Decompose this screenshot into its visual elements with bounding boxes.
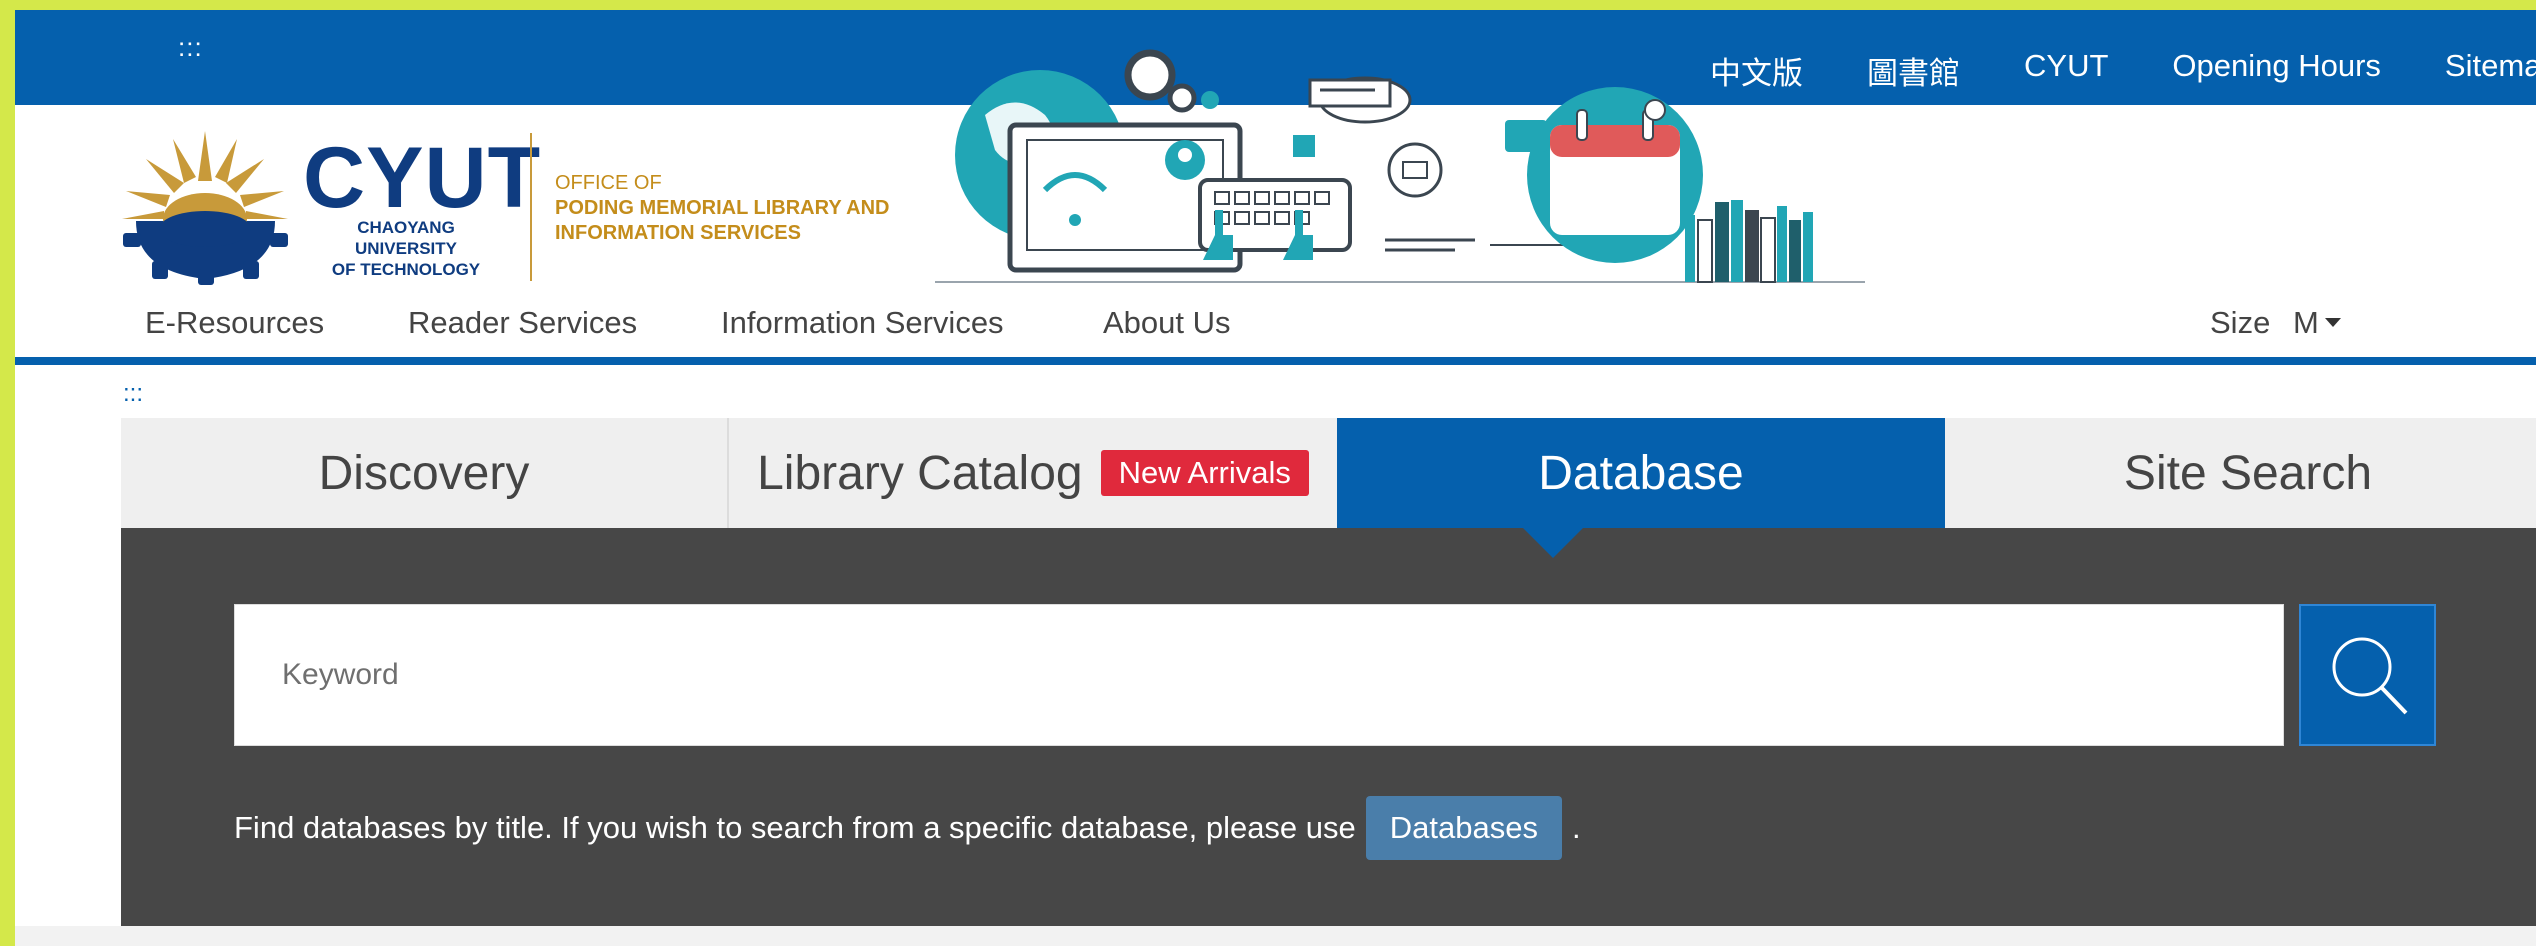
tab-site-search[interactable]: Site Search [1945,418,2536,528]
nav-item-information-services[interactable]: Information Services [721,305,1004,341]
skip-to-content-link[interactable]: ::: [123,380,143,408]
search-icon [2332,637,2407,715]
search-hint: Find databases by title. If you wish to … [234,796,1581,860]
header-illustration [935,49,1865,283]
office-line3: INFORMATION SERVICES [555,222,801,244]
nav-underline [15,357,2536,365]
nav-item-reader-services[interactable]: Reader Services [408,305,637,341]
office-line2: PODING MEMORIAL LIBRARY AND [555,197,890,219]
logo-divider [530,133,532,281]
main-nav: E-Resources Reader Services Information … [15,285,2536,357]
top-link-opening-hours[interactable]: Opening Hours [2172,48,2381,93]
tab-discovery-label: Discovery [318,446,530,500]
keyword-search-input[interactable] [234,604,2284,746]
databases-button[interactable]: Databases [1365,796,1562,860]
hint-text: Find databases by title. If you wish to … [234,810,1356,845]
tab-library-catalog[interactable]: Library Catalog New Arrivals [729,418,1337,528]
search-panel: Find databases by title. If you wish to … [121,528,2536,926]
skip-to-top-link[interactable]: ::: [178,32,203,63]
hint-end: . [1572,810,1581,845]
search-button[interactable] [2299,604,2436,746]
page-frame: ::: 中文版 圖書館 CYUT Opening Hours Sitemap [15,10,2536,946]
tab-site-search-label: Site Search [2123,446,2373,500]
logo-sub-line2: OF TECHNOLOGY [331,260,481,279]
top-link-sitemap[interactable]: Sitemap [2445,48,2536,93]
office-line1: OFFICE OF [555,172,662,194]
nav-item-about-us[interactable]: About Us [1103,305,1231,341]
top-link-cyut[interactable]: CYUT [2024,48,2108,93]
site-header: CYUT CHAOYANG UNIVERSITY OF TECHNOLOGY O… [15,49,2536,286]
search-tabs: Discovery Library Catalog New Arrivals D… [121,418,2536,528]
tab-discovery[interactable]: Discovery [121,418,727,528]
cyut-logo-icon[interactable] [118,121,293,286]
font-size-control[interactable]: Size M [2210,305,2341,341]
office-title: OFFICE OF PODING MEMORIAL LIBRARY AND IN… [555,171,889,246]
new-arrivals-badge[interactable]: New Arrivals [1100,450,1309,496]
size-label: Size [2210,305,2271,340]
nav-item-e-resources[interactable]: E-Resources [145,305,324,341]
logo-sub-line1: CHAOYANG UNIVERSITY [354,218,458,258]
logo-university-name: CHAOYANG UNIVERSITY OF TECHNOLOGY [306,217,506,280]
size-value: M [2292,305,2319,340]
tab-database[interactable]: Database [1337,418,1945,528]
logo-wordmark: CYUT [303,130,542,226]
caret-down-icon [2324,318,2341,328]
tab-database-label: Database [1538,446,1744,500]
tab-library-catalog-label: Library Catalog [757,446,1083,500]
bottom-strip [15,926,2536,946]
active-tab-pointer [1523,528,1583,558]
